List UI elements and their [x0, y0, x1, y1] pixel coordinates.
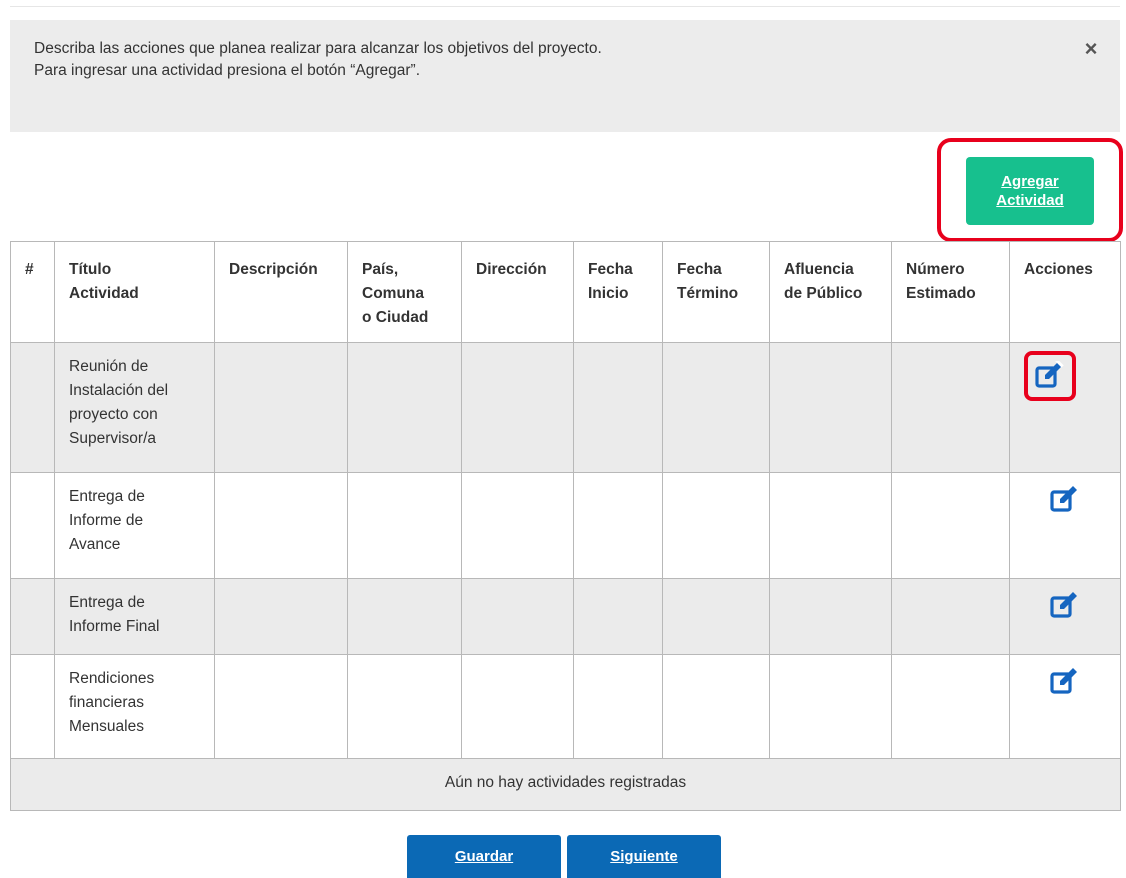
header-address: Dirección — [461, 241, 574, 343]
edit-icon[interactable] — [1049, 485, 1081, 515]
row-actions — [1009, 654, 1121, 759]
empty-state-row: Aún no hay actividades registradas — [10, 758, 1121, 811]
row-actions — [1009, 472, 1121, 579]
header-title: Título Actividad — [54, 241, 215, 343]
header-country: País, Comuna o Ciudad — [347, 241, 462, 343]
activity-title: Entrega de Informe Final — [54, 578, 215, 655]
add-activity-label-line-1: Agregar — [1001, 173, 1059, 190]
table-row: Entrega de Informe Final — [10, 578, 1121, 655]
activity-title: Rendiciones financieras Mensuales — [54, 654, 215, 759]
header-actions: Acciones — [1009, 241, 1121, 343]
table-row: Rendiciones financieras Mensuales — [10, 654, 1121, 759]
table-header-row: # Título Actividad Descripción País, Comun… — [10, 241, 1121, 343]
activity-title: Reunión de Instalación del proyecto con Sup… — [54, 342, 215, 473]
header-end-date: Fecha Término — [662, 241, 770, 343]
header-description: Descripción — [214, 241, 348, 343]
edit-icon[interactable] — [1034, 361, 1066, 391]
info-text-line-2: Para ingresar una actividad presiona el … — [34, 62, 421, 79]
header-start-date: Fecha Inicio — [573, 241, 663, 343]
info-panel: Describa las acciones que planea realiza… — [10, 20, 1120, 132]
close-icon[interactable]: × — [1080, 38, 1102, 60]
table-row: Reunión de Instalación del proyecto con Sup… — [10, 342, 1121, 473]
table-row: Entrega de Informe de Avance — [10, 472, 1121, 579]
info-text-line-1: Describa las acciones que planea realiza… — [34, 40, 602, 57]
next-button[interactable]: Siguiente — [567, 835, 721, 878]
edit-icon[interactable] — [1049, 591, 1081, 621]
header-attendance: Afluencia de Público — [769, 241, 892, 343]
add-activity-button[interactable]: Agregar Actividad — [966, 157, 1094, 225]
save-button[interactable]: Guardar — [407, 835, 561, 878]
empty-state-message: Aún no hay actividades registradas — [10, 758, 1121, 811]
header-number: # — [10, 241, 55, 343]
header-estimated-number: Número Estimado — [891, 241, 1010, 343]
top-divider — [10, 6, 1120, 7]
edit-icon-highlight — [1024, 351, 1076, 401]
add-activity-label-line-2: Actividad — [996, 192, 1064, 209]
edit-icon[interactable] — [1049, 667, 1081, 697]
row-actions — [1009, 578, 1121, 655]
activity-title: Entrega de Informe de Avance — [54, 472, 215, 579]
row-actions — [1009, 342, 1121, 473]
activities-table: # Título Actividad Descripción País, Comun… — [10, 241, 1121, 811]
